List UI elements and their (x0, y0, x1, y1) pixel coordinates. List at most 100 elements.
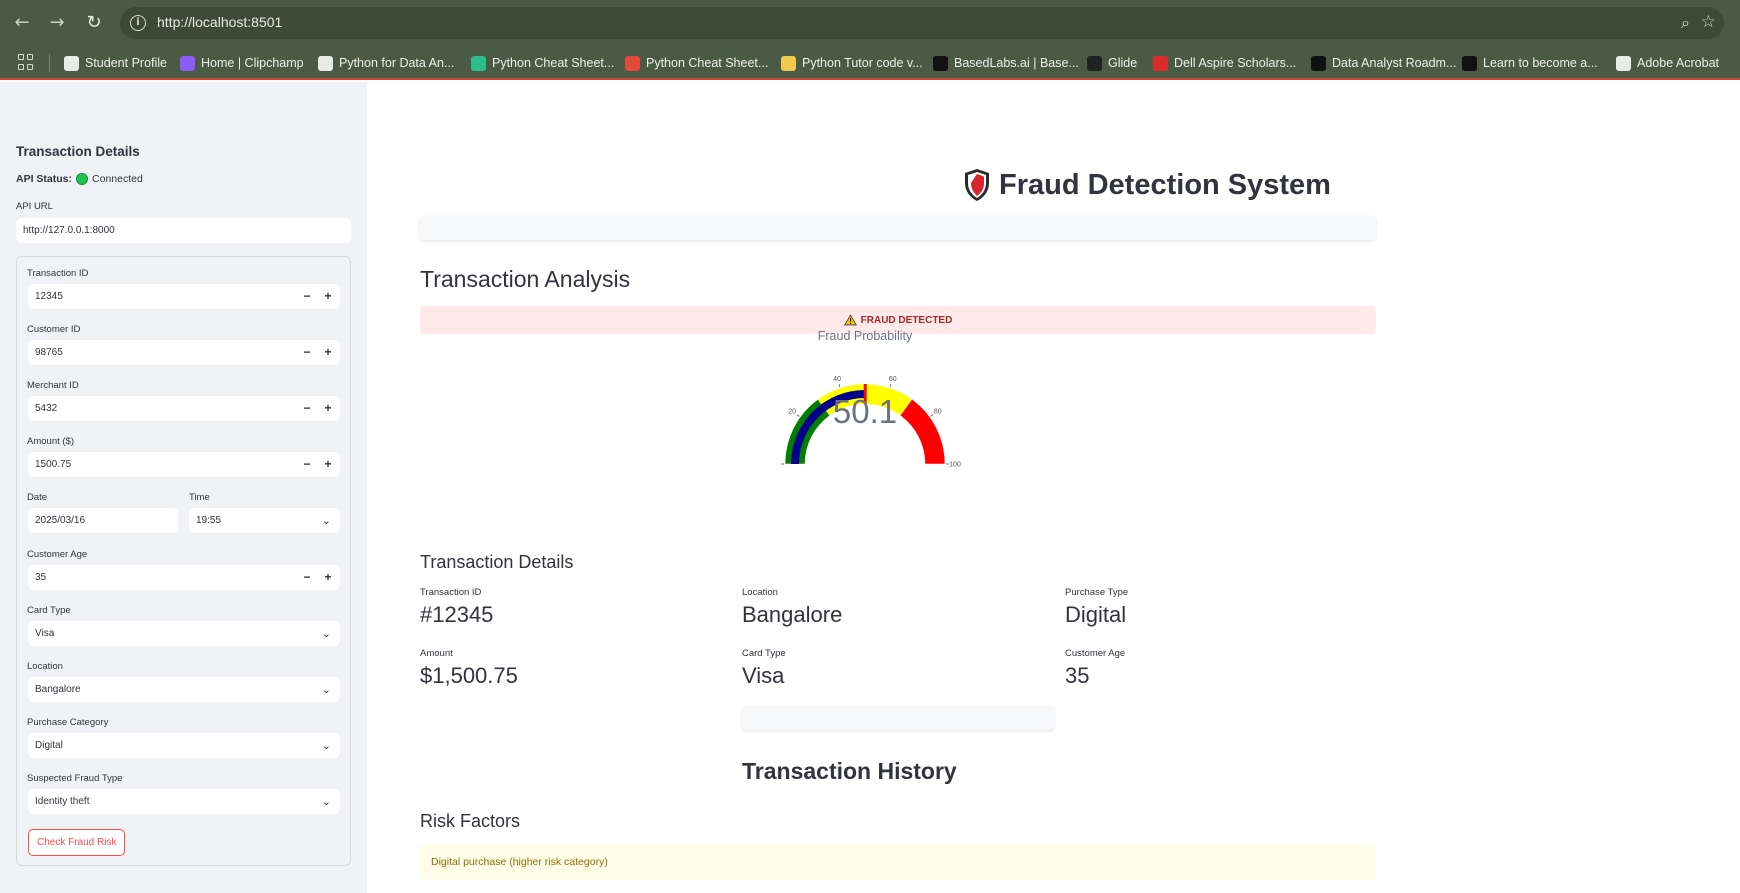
history-heading: Transaction History (742, 758, 957, 784)
bookmark-item[interactable]: Dell Aspire Scholars... (1153, 54, 1296, 72)
bookmark-favicon-icon (1616, 55, 1631, 71)
time-select[interactable]: 19:55 ⌄ (189, 508, 340, 533)
card-type-value: Visa (35, 628, 55, 639)
location-label: Location (27, 661, 63, 672)
address-url[interactable]: http://localhost:8501 (157, 14, 282, 30)
details-heading: Transaction Details (420, 552, 574, 572)
time-label: Time (189, 492, 210, 503)
metric-transaction-id-label: Transaction ID (420, 587, 482, 598)
purchase-category-select[interactable]: Digital ⌄ (28, 733, 340, 758)
bookmark-label: Python for Data An... (339, 56, 455, 70)
date-label: Date (27, 492, 48, 503)
customer-age-input[interactable]: 35 − + (28, 565, 340, 590)
chevron-down-icon: ⌄ (321, 514, 331, 527)
customer-age-value[interactable]: 35 (35, 565, 46, 590)
card-type-select[interactable]: Visa ⌄ (28, 621, 340, 646)
chevron-down-icon: ⌄ (321, 739, 331, 752)
bookmark-favicon-icon (933, 55, 948, 71)
decrement-button[interactable]: − (297, 565, 317, 590)
date-input[interactable]: 2025/03/16 (28, 508, 178, 533)
zoom-icon[interactable]: ⌕ (1681, 13, 1690, 33)
forward-arrow-icon[interactable]: → (45, 11, 69, 35)
bookmark-label: Learn to become a... (1483, 56, 1598, 70)
back-arrow-icon[interactable]: ← (10, 11, 34, 35)
gauge-tick-mark (889, 383, 892, 388)
gauge-tick-mark (838, 383, 841, 388)
chevron-down-icon: ⌄ (321, 627, 331, 640)
bookmark-item[interactable]: Home | Clipchamp (180, 54, 304, 72)
bookmark-item[interactable]: Python for Data An... (318, 54, 454, 72)
metric-location-value: Bangalore (742, 602, 843, 627)
metric-card-type-value: Visa (742, 663, 785, 688)
sidebar: Transaction Details API Status: Connecte… (0, 82, 367, 893)
reload-icon[interactable]: ↻ (82, 11, 106, 35)
main-content: Fraud Detection System Transaction Analy… (367, 82, 1740, 893)
transaction-id-value[interactable]: 12345 (35, 284, 63, 309)
increment-button[interactable]: + (318, 284, 338, 309)
location-value: Bangalore (35, 684, 81, 695)
card-type-label: Card Type (27, 605, 71, 616)
decrement-button[interactable]: − (297, 396, 317, 421)
metric-purchase-type-label: Purchase Type (1065, 587, 1129, 598)
bookmark-item[interactable]: Python Cheat Sheet... (471, 54, 614, 72)
transaction-id-label: Transaction ID (27, 268, 89, 279)
decrement-button[interactable]: − (297, 284, 317, 309)
check-fraud-risk-button[interactable]: Check Fraud Risk (28, 829, 126, 856)
fraud-type-value: Identity theft (35, 796, 90, 807)
bookmark-item[interactable]: Adobe Acrobat (1616, 54, 1719, 72)
bookmark-favicon-icon (781, 55, 796, 71)
bookmark-item[interactable]: Student Profile (64, 54, 167, 72)
customer-id-input[interactable]: 98765 − + (28, 340, 340, 365)
address-bar[interactable]: i http://localhost:8501 ⌕ ☆ (120, 7, 1724, 39)
purchase-category-value: Digital (35, 740, 63, 751)
increment-button[interactable]: + (318, 452, 338, 477)
bookmark-item[interactable]: Data Analyst Roadm... (1311, 54, 1456, 72)
sidebar-title: Transaction Details (16, 144, 140, 159)
bookmark-label: Python Cheat Sheet... (492, 56, 615, 70)
chevron-down-icon: ⌄ (321, 795, 331, 808)
gauge-tick-label: 60 (889, 376, 897, 383)
bookmark-item[interactable]: BasedLabs.ai | Base... (933, 54, 1079, 72)
bookmark-star-icon[interactable]: ☆ (1701, 12, 1716, 32)
browser-toolbar: ← → ↻ i http://localhost:8501 ⌕ ☆ (0, 0, 1740, 46)
increment-button[interactable]: + (318, 340, 338, 365)
bookmark-item[interactable]: Python Cheat Sheet... (625, 54, 768, 72)
fraud-probability-gauge: Fraud Probability 020406080100 50.1 (781, 329, 961, 469)
decrement-button[interactable]: − (297, 340, 317, 365)
merchant-id-input[interactable]: 5432 − + (28, 396, 340, 421)
amount-input[interactable]: 1500.75 − + (28, 452, 340, 477)
bookmark-favicon-icon (1462, 55, 1477, 71)
chevron-down-icon: ⌄ (321, 683, 331, 696)
bookmark-item[interactable]: Learn to become a... (1462, 54, 1598, 72)
amount-label: Amount ($) (27, 436, 74, 447)
shield-icon (965, 169, 989, 201)
bookmark-label: Python Tutor code v... (802, 56, 923, 70)
site-info-icon[interactable]: i (130, 15, 146, 31)
fraud-type-label: Suspected Fraud Type (27, 773, 123, 784)
transaction-form: Transaction ID 12345 − + Customer ID 987… (16, 256, 351, 866)
bookmark-item[interactable]: Glide (1087, 54, 1137, 72)
bookmark-favicon-icon (471, 55, 486, 71)
metric-location-label: Location (742, 587, 778, 598)
metric-purchase-type-value: Digital (1065, 602, 1127, 627)
amount-value[interactable]: 1500.75 (35, 452, 71, 477)
transaction-id-input[interactable]: 12345 − + (28, 284, 340, 309)
decrement-button[interactable]: − (297, 452, 317, 477)
gauge-tick-label: 100 (949, 462, 961, 469)
api-url-input[interactable]: http://127.0.0.1:8000 (16, 218, 351, 243)
customer-age-label: Customer Age (27, 549, 88, 560)
app-title-text: Fraud Detection System (999, 168, 1331, 201)
location-select[interactable]: Bangalore ⌄ (28, 677, 340, 702)
bookmark-item[interactable]: Python Tutor code v... (781, 54, 923, 72)
metric-customer-age-value: 35 (1065, 663, 1090, 688)
customer-id-value[interactable]: 98765 (35, 340, 63, 365)
increment-button[interactable]: + (318, 396, 338, 421)
bookmarks-divider (49, 54, 50, 72)
fraud-type-select[interactable]: Identity theft ⌄ (28, 789, 340, 814)
metric-amount-value: $1,500.75 (420, 663, 518, 688)
gauge-tick-label: 80 (934, 409, 942, 416)
apps-grid-icon[interactable] (18, 54, 34, 70)
merchant-id-value[interactable]: 5432 (35, 396, 57, 421)
increment-button[interactable]: + (318, 565, 338, 590)
bookmark-label: Data Analyst Roadm... (1332, 56, 1457, 70)
